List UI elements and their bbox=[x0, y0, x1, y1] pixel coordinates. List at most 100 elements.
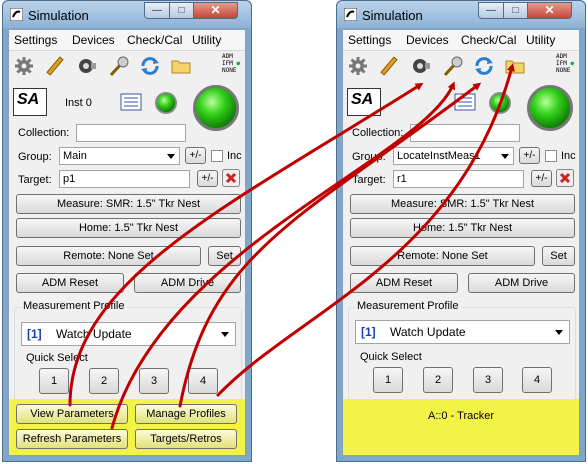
refresh-icon[interactable] bbox=[139, 55, 161, 77]
profile-select[interactable]: [1] Watch Update bbox=[21, 322, 236, 346]
refresh-icon[interactable] bbox=[473, 55, 495, 77]
delete-icon[interactable] bbox=[556, 169, 574, 187]
maximize-button[interactable]: □ bbox=[169, 2, 194, 19]
remote-button[interactable]: Remote: None Set bbox=[16, 246, 201, 266]
tracker-status-text: A::0 - Tracker bbox=[427, 410, 495, 422]
minimize-button[interactable]: — bbox=[478, 2, 504, 19]
target-icon[interactable] bbox=[108, 55, 130, 77]
target-icon[interactable] bbox=[442, 55, 464, 77]
measure-button[interactable]: Measure: SMR: 1.5" Tkr Nest bbox=[16, 194, 241, 214]
group-select[interactable]: Main bbox=[59, 147, 180, 165]
target-label: Target: bbox=[352, 174, 386, 186]
group-plus-minus-button[interactable]: +/- bbox=[185, 147, 206, 164]
collection-label: Collection: bbox=[18, 127, 70, 139]
menu-utility[interactable]: Utility bbox=[526, 33, 555, 47]
inc-label: Inc bbox=[561, 150, 576, 162]
folder-icon[interactable] bbox=[170, 55, 192, 77]
quick-select-3-button[interactable]: 3 bbox=[139, 368, 169, 394]
window-title: Simulation bbox=[28, 8, 89, 23]
view-parameters-button[interactable]: View Parameters bbox=[16, 404, 128, 424]
adm-status-indicator: ADM IFM ● NONE bbox=[556, 53, 575, 74]
remote-button[interactable]: Remote: None Set bbox=[350, 246, 535, 266]
target-field[interactable]: p1 bbox=[59, 170, 190, 188]
target-plus-minus-button[interactable]: +/- bbox=[531, 170, 552, 187]
menu-check-cal[interactable]: Check/Cal bbox=[127, 33, 182, 47]
folder-icon[interactable] bbox=[504, 55, 526, 77]
refresh-parameters-button[interactable]: Refresh Parameters bbox=[16, 429, 128, 449]
menu-settings[interactable]: Settings bbox=[348, 33, 391, 47]
target-label: Target: bbox=[18, 174, 52, 186]
close-button[interactable]: ✕ bbox=[527, 2, 572, 19]
chevron-down-icon bbox=[167, 154, 175, 159]
delete-icon[interactable] bbox=[222, 169, 240, 187]
collection-field[interactable] bbox=[76, 124, 186, 142]
sa-app-icon bbox=[344, 8, 357, 21]
adm-reset-button[interactable]: ADM Reset bbox=[350, 273, 458, 293]
gear-icon[interactable] bbox=[347, 55, 369, 77]
group-plus-minus-button[interactable]: +/- bbox=[519, 147, 540, 164]
instrument-list-icon[interactable] bbox=[454, 93, 476, 111]
group-value: Main bbox=[63, 150, 87, 162]
status-led-small bbox=[155, 92, 177, 114]
profile-value: Watch Update bbox=[56, 327, 132, 341]
group-label: Group: bbox=[352, 151, 386, 163]
targets-retros-button[interactable]: Targets/Retros bbox=[135, 429, 237, 449]
target-field[interactable]: r1 bbox=[393, 170, 524, 188]
tracker-icon[interactable] bbox=[76, 55, 98, 77]
set-button[interactable]: Set bbox=[208, 246, 241, 266]
simulation-window-right: Simulation — □ ✕ Settings Devices Check/… bbox=[336, 0, 586, 462]
inc-checkbox[interactable] bbox=[211, 150, 223, 162]
adm-reset-button[interactable]: ADM Reset bbox=[16, 273, 124, 293]
sa-logo: SA bbox=[13, 88, 47, 116]
quick-select-4-button[interactable]: 4 bbox=[188, 368, 218, 394]
profile-select[interactable]: [1] Watch Update bbox=[355, 320, 570, 344]
quick-select-1-button[interactable]: 1 bbox=[39, 368, 69, 394]
adm-drive-button[interactable]: ADM Drive bbox=[134, 273, 241, 293]
window-client: Settings Devices Check/Cal Utility ADM I… bbox=[342, 29, 580, 456]
window-title: Simulation bbox=[362, 8, 423, 23]
title-bar[interactable]: Simulation — □ ✕ bbox=[3, 1, 251, 28]
quick-select-2-button[interactable]: 2 bbox=[89, 368, 119, 394]
menu-check-cal[interactable]: Check/Cal bbox=[461, 33, 516, 47]
chevron-down-icon bbox=[501, 154, 509, 159]
quick-select-2-button[interactable]: 2 bbox=[423, 367, 453, 393]
collection-field[interactable] bbox=[410, 124, 520, 142]
menu-settings[interactable]: Settings bbox=[14, 33, 57, 47]
maximize-button[interactable]: □ bbox=[503, 2, 528, 19]
group-select[interactable]: LocateInstMeas1 bbox=[393, 147, 514, 165]
close-button[interactable]: ✕ bbox=[193, 2, 238, 19]
laser-icon[interactable] bbox=[378, 55, 400, 77]
home-button[interactable]: Home: 1.5" Tkr Nest bbox=[16, 218, 241, 238]
inst-label: Inst 0 bbox=[65, 97, 92, 109]
tracker-icon[interactable] bbox=[410, 55, 432, 77]
menu-devices[interactable]: Devices bbox=[406, 33, 449, 47]
title-bar[interactable]: Simulation — □ ✕ bbox=[337, 1, 585, 28]
home-button[interactable]: Home: 1.5" Tkr Nest bbox=[350, 218, 575, 238]
custom-buttons-panel: View Parameters Manage Profiles Refresh … bbox=[9, 399, 245, 455]
status-led-large bbox=[527, 85, 573, 131]
quick-select-3-button[interactable]: 3 bbox=[473, 367, 503, 393]
measure-button[interactable]: Measure: SMR: 1.5" Tkr Nest bbox=[350, 194, 575, 214]
gear-icon[interactable] bbox=[13, 55, 35, 77]
group-label: Group: bbox=[18, 151, 52, 163]
status-led-large bbox=[193, 85, 239, 131]
laser-icon[interactable] bbox=[44, 55, 66, 77]
quick-select-1-button[interactable]: 1 bbox=[373, 367, 403, 393]
instrument-list-icon[interactable] bbox=[120, 93, 142, 111]
menu-bar: Settings Devices Check/Cal Utility bbox=[343, 30, 579, 51]
minimize-button[interactable]: — bbox=[144, 2, 170, 19]
menu-devices[interactable]: Devices bbox=[72, 33, 115, 47]
profile-index: [1] bbox=[27, 327, 42, 341]
quick-select-4-button[interactable]: 4 bbox=[522, 367, 552, 393]
menu-utility[interactable]: Utility bbox=[192, 33, 221, 47]
group-value: LocateInstMeas1 bbox=[397, 150, 481, 162]
manage-profiles-button[interactable]: Manage Profiles bbox=[135, 404, 237, 424]
menu-bar: Settings Devices Check/Cal Utility bbox=[9, 30, 245, 51]
adm-drive-button[interactable]: ADM Drive bbox=[468, 273, 575, 293]
adm-status-indicator: ADM IFM ● NONE bbox=[222, 53, 241, 74]
collection-label: Collection: bbox=[352, 127, 404, 139]
target-plus-minus-button[interactable]: +/- bbox=[197, 170, 218, 187]
quick-select-label: Quick Select bbox=[358, 351, 424, 363]
set-button[interactable]: Set bbox=[542, 246, 575, 266]
inc-checkbox[interactable] bbox=[545, 150, 557, 162]
